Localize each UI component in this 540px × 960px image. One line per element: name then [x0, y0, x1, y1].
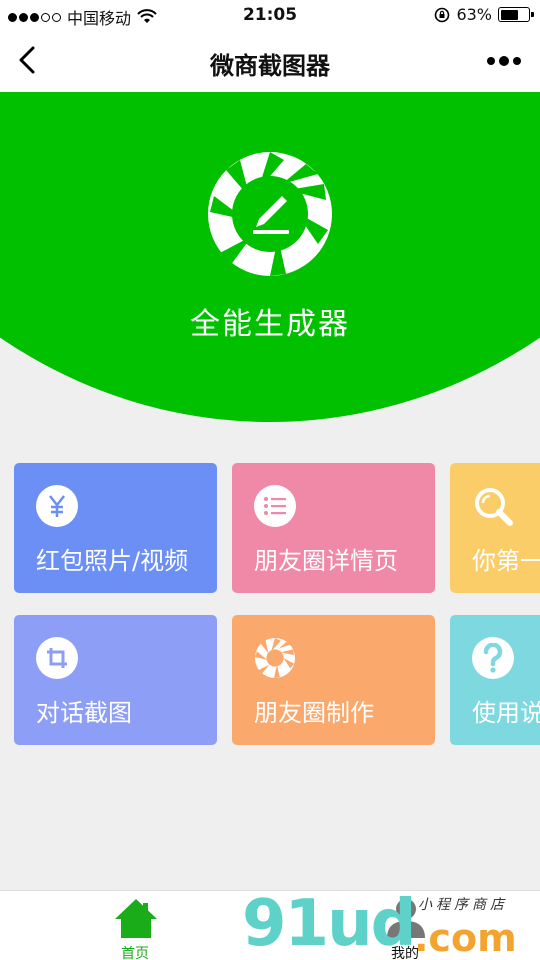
card-user-guide[interactable]: 使用说 [450, 615, 540, 745]
more-dot-icon [499, 56, 509, 66]
page-title: 微商截图器 [210, 52, 330, 80]
tab-bar: 首页 我的 [0, 890, 540, 960]
card-red-packet[interactable]: 红包照片/视频 [14, 463, 217, 593]
card-label: 对话截图 [36, 699, 132, 727]
card-label: 红包照片/视频 [36, 547, 189, 575]
yen-icon [36, 485, 78, 527]
more-menu-button[interactable] [482, 48, 526, 74]
status-right: 63% [434, 5, 534, 24]
aperture-logo-icon [208, 152, 332, 276]
card-chat-screenshot[interactable]: 对话截图 [14, 615, 217, 745]
card-moments-maker[interactable]: 朋友圈制作 [232, 615, 435, 745]
card-label: 朋友圈详情页 [254, 547, 398, 575]
more-dot-icon [513, 57, 521, 65]
battery-percent: 63% [456, 5, 492, 24]
aperture-icon [254, 637, 296, 679]
user-icon [387, 899, 425, 938]
question-icon [472, 637, 514, 679]
tab-label: 我的 [391, 946, 419, 960]
search-icon [472, 485, 514, 527]
more-dot-icon [487, 57, 495, 65]
tab-home[interactable]: 首页 [75, 897, 195, 960]
hero-title: 全能生成器 [190, 307, 350, 342]
nav-bar: 微商截图器 [0, 30, 540, 92]
crop-icon [36, 637, 78, 679]
tab-label: 首页 [121, 946, 149, 960]
tab-mine[interactable]: 我的 [345, 897, 465, 960]
card-label: 朋友圈制作 [254, 699, 374, 727]
hero-banner: 全能生成器 [0, 92, 540, 427]
home-icon [115, 899, 157, 938]
feature-grid: 红包照片/视频 朋友圈详情页 你第一 对话截图 朋友圈制作 使用说 [14, 463, 540, 753]
card-label: 使用说 [472, 699, 540, 727]
status-bar: 中国移动 21:05 63% [0, 0, 540, 30]
card-you-first[interactable]: 你第一 [450, 463, 540, 593]
card-moments-detail[interactable]: 朋友圈详情页 [232, 463, 435, 593]
battery-icon [498, 7, 534, 22]
rotation-lock-icon [435, 7, 450, 22]
list-icon [254, 485, 296, 527]
card-label: 你第一 [472, 547, 540, 575]
battery-fill [500, 9, 518, 20]
